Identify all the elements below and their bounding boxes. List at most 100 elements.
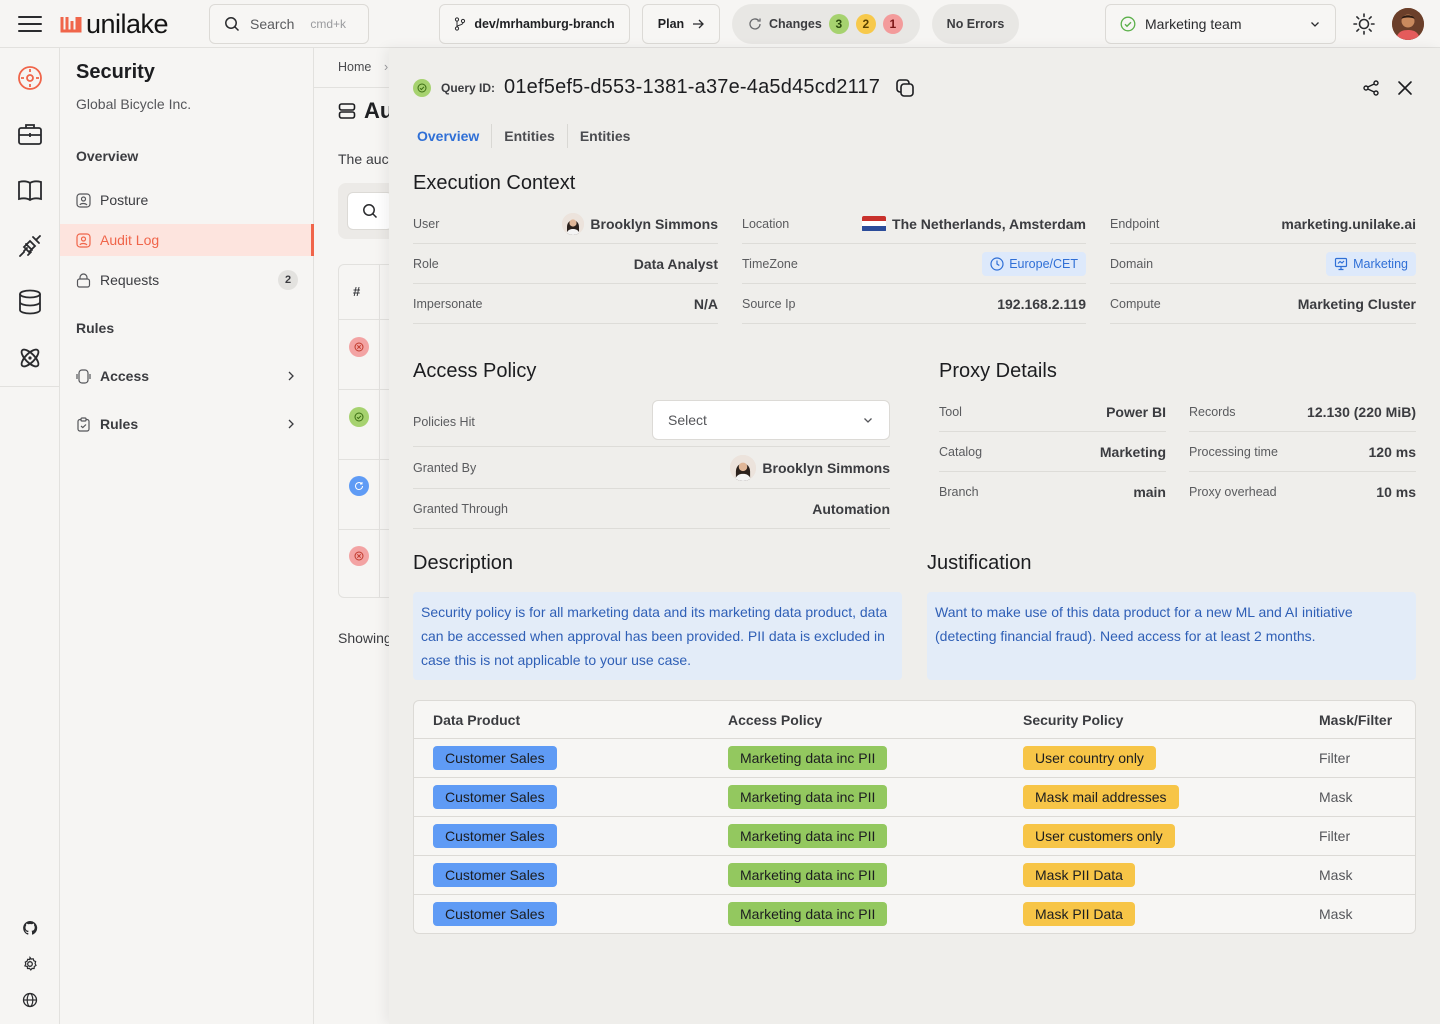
copy-icon[interactable]: [894, 77, 916, 99]
book-icon[interactable]: [16, 176, 44, 204]
changes-label: Changes: [769, 17, 822, 31]
field-value: Marketing Cluster: [1297, 295, 1416, 312]
sidebar-title: Security: [76, 61, 155, 83]
access-policy-tag[interactable]: Marketing data inc PII: [728, 863, 888, 887]
column-header[interactable]: Security Policy: [1023, 712, 1123, 728]
tab-overview[interactable]: Overview: [409, 124, 487, 148]
branch-name: dev/mrhamburg-branch: [474, 17, 615, 31]
table-row[interactable]: Customer Sales Marketing data inc PII Ma…: [414, 856, 1415, 895]
audit-search-input[interactable]: [347, 192, 393, 230]
breadcrumb-home[interactable]: Home: [338, 60, 371, 74]
close-icon[interactable]: [1396, 79, 1414, 97]
field-tool: Tool Power BI: [939, 392, 1166, 432]
tab-divider: [491, 124, 493, 148]
theme-toggle-sun-icon[interactable]: [1352, 12, 1376, 36]
access-policy-tag[interactable]: Marketing data inc PII: [728, 785, 888, 809]
sidebar-group-access[interactable]: Access: [60, 360, 314, 392]
errors-status[interactable]: No Errors: [932, 4, 1019, 44]
sidebar-group-rules[interactable]: Rules: [60, 408, 314, 440]
atom-icon[interactable]: [16, 344, 44, 372]
menu-icon[interactable]: [16, 12, 44, 36]
policies-hit-select[interactable]: Select: [652, 400, 890, 440]
changes-added-count: 3: [828, 14, 849, 34]
tab-entities[interactable]: Entities: [496, 124, 563, 148]
team-selector[interactable]: Marketing team: [1105, 4, 1336, 44]
table-column-divider: [379, 265, 380, 597]
security-policy-tag[interactable]: Mask mail addresses: [1023, 785, 1179, 809]
database-icon[interactable]: [16, 288, 44, 316]
security-policy-tag[interactable]: User customers only: [1023, 824, 1175, 848]
search-input[interactable]: Search cmd+k: [209, 4, 369, 44]
tab-entities-2[interactable]: Entities: [572, 124, 639, 148]
data-product-tag[interactable]: Customer Sales: [433, 785, 557, 809]
status-success-icon: [349, 407, 369, 427]
plug-icon[interactable]: [16, 232, 44, 260]
sidebar-item-posture[interactable]: Posture: [60, 184, 314, 216]
sidebar-item-label: Requests: [100, 272, 160, 288]
field-label: Policies Hit: [413, 414, 475, 429]
table-row[interactable]: Customer Sales Marketing data inc PII Ma…: [414, 778, 1415, 817]
logo-icon: [60, 17, 82, 33]
field-label: Compute: [1110, 296, 1161, 311]
drawer-tabs: Overview Entities Entities: [409, 124, 638, 148]
data-product-tag[interactable]: Customer Sales: [433, 824, 557, 848]
sidebar-item-requests[interactable]: Requests 2: [60, 264, 314, 296]
field-value: The Netherlands, Amsterdam: [862, 215, 1086, 232]
data-product-tag[interactable]: Customer Sales: [433, 902, 557, 926]
sidebar-heading-rules: Rules: [76, 320, 115, 336]
github-icon[interactable]: [20, 918, 40, 938]
plan-button[interactable]: Plan: [642, 4, 720, 44]
granted-by-name: Brooklyn Simmons: [762, 460, 890, 476]
access-policy-tag[interactable]: Marketing data inc PII: [728, 902, 888, 926]
column-header[interactable]: Access Policy: [728, 712, 822, 728]
field-proxy-overhead: Proxy overhead 10 ms: [1189, 472, 1416, 512]
clock-icon: [990, 256, 1004, 271]
mask-filter-value: Filter: [1319, 828, 1351, 844]
access-policy-tag[interactable]: Marketing data inc PII: [728, 824, 888, 848]
sidebar-item-audit-log[interactable]: Audit Log: [60, 224, 314, 256]
search-icon: [225, 17, 240, 32]
security-policy-tag[interactable]: User country only: [1023, 746, 1156, 770]
column-header[interactable]: Data Product: [433, 712, 520, 728]
status-error-icon: [349, 546, 369, 566]
field-value: main: [1133, 484, 1166, 500]
field-label: Records: [1189, 404, 1236, 419]
domain-value: Marketing: [1353, 256, 1408, 271]
data-product-tag[interactable]: Customer Sales: [433, 863, 557, 887]
query-detail-drawer: Query ID: 01ef5ef5-d553-1381-a37e-4a5d45…: [389, 48, 1440, 1024]
field-label: Source Ip: [742, 296, 796, 311]
table-row[interactable]: Customer Sales Marketing data inc PII Ma…: [414, 895, 1415, 933]
compass-icon[interactable]: [16, 64, 44, 92]
share-icon[interactable]: [1362, 79, 1380, 97]
field-value: 12.130 (220 MiB): [1307, 403, 1416, 420]
policy-table: Data Product Access Policy Security Poli…: [413, 700, 1416, 934]
user-avatar[interactable]: [1392, 8, 1424, 40]
access-policy-tag[interactable]: Marketing data inc PII: [728, 746, 888, 770]
field-label: Branch: [939, 485, 979, 499]
column-header[interactable]: Mask/Filter: [1319, 712, 1392, 728]
field-value: Brooklyn Simmons: [562, 212, 718, 235]
domain-tag: Marketing: [1326, 251, 1416, 276]
sidebar-group-label: Access: [100, 368, 150, 384]
security-policy-tag[interactable]: Mask PII Data: [1023, 863, 1135, 887]
logo[interactable]: unilake: [60, 8, 169, 40]
security-policy-tag[interactable]: Mask PII Data: [1023, 902, 1135, 926]
branch-selector[interactable]: dev/mrhamburg-branch: [439, 4, 630, 44]
search-icon: [363, 204, 378, 219]
briefcase-icon[interactable]: [16, 120, 44, 148]
status-running-icon: [349, 476, 369, 496]
page-title: Au: [338, 98, 393, 124]
logo-text: unilake: [86, 8, 169, 39]
field-label: Granted Through: [413, 501, 508, 516]
sidebar-subtitle: Global Bicycle Inc.: [76, 96, 192, 112]
field-label: Location: [742, 216, 790, 231]
changes-button[interactable]: Changes 3 2 1: [732, 4, 920, 44]
data-product-tag[interactable]: Customer Sales: [433, 746, 557, 770]
globe-icon[interactable]: [20, 990, 40, 1010]
settings-icon[interactable]: [20, 954, 40, 974]
table-row[interactable]: Customer Sales Marketing data inc PII Us…: [414, 739, 1415, 778]
team-name: Marketing team: [1145, 16, 1242, 32]
chevron-down-icon: [864, 418, 872, 423]
server-icon: [338, 103, 356, 119]
table-row[interactable]: Customer Sales Marketing data inc PII Us…: [414, 817, 1415, 856]
